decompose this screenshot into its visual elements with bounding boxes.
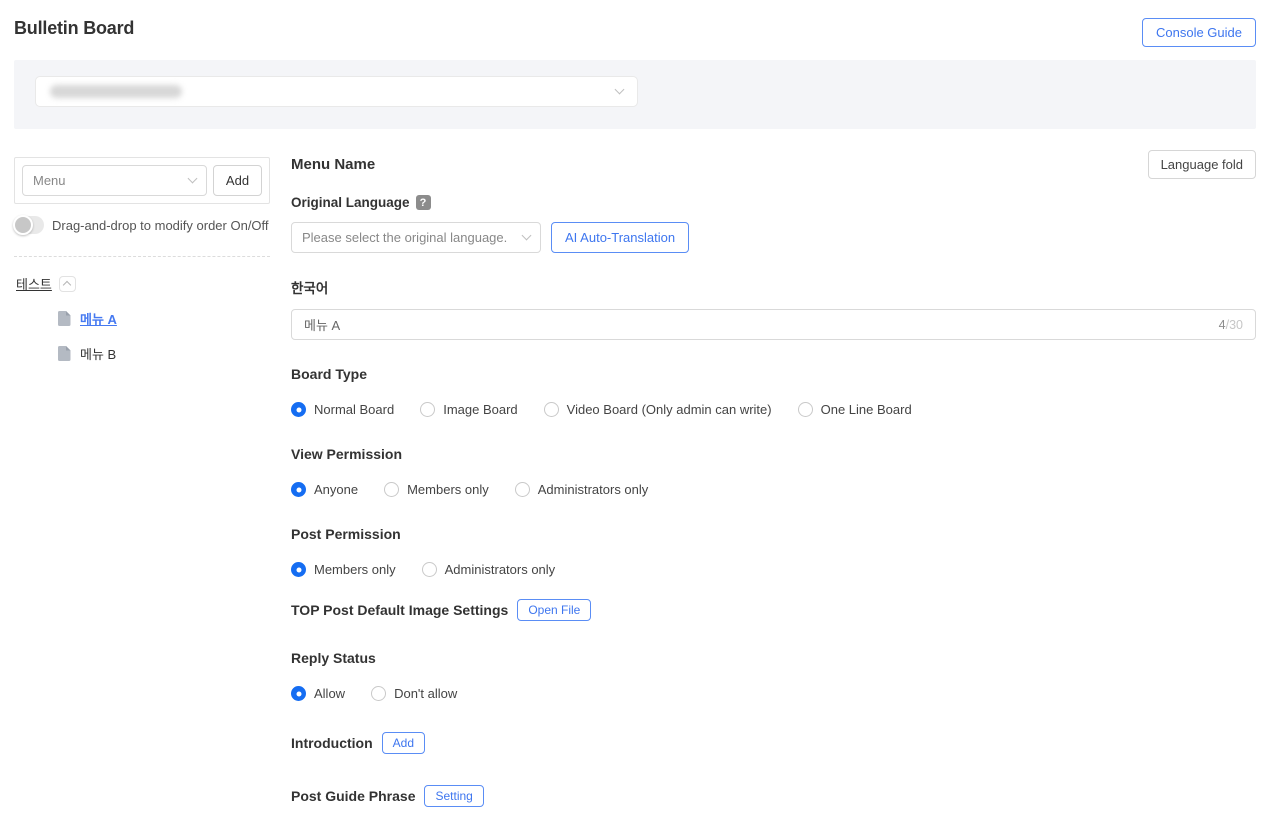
radio-one-line-board[interactable]: One Line Board [798, 402, 912, 417]
original-language-label: Original Language [291, 195, 410, 210]
radio-label: Normal Board [314, 402, 394, 417]
menu-add-box: Menu Add [14, 157, 270, 204]
site-select-dropdown[interactable] [35, 76, 638, 107]
radio-view-members-only[interactable]: Members only [384, 482, 489, 497]
toggle-knob-icon [13, 215, 33, 235]
post-guide-phrase-label: Post Guide Phrase [291, 788, 415, 804]
menu-tree: 테스트 메뉴 A 메뉴 B [14, 274, 270, 363]
introduction-label: Introduction [291, 735, 373, 751]
radio-icon [515, 482, 530, 497]
korean-menu-name-input[interactable]: 메뉴 A 4/30 [291, 309, 1256, 340]
chevron-down-icon [522, 231, 532, 241]
chevron-down-icon [188, 174, 198, 184]
radio-icon [544, 402, 559, 417]
radio-label: Members only [314, 562, 396, 577]
drag-toggle-label: Drag-and-drop to modify order On/Off [52, 218, 269, 233]
ai-auto-translation-button[interactable]: AI Auto-Translation [551, 222, 689, 253]
menu-settings-main: Menu Name Language fold Original Languag… [291, 150, 1256, 807]
file-icon [58, 311, 71, 326]
drag-toggle-row: Drag-and-drop to modify order On/Off [14, 216, 270, 234]
tree-item-label: 메뉴 A [80, 309, 117, 328]
radio-allow[interactable]: Allow [291, 686, 345, 701]
radio-label: Image Board [443, 402, 517, 417]
chevron-down-icon [615, 85, 625, 95]
top-post-image-row: TOP Post Default Image Settings Open Fil… [291, 599, 1256, 621]
page-header: Bulletin Board Console Guide [14, 0, 1256, 47]
menu-sidebar: Menu Add Drag-and-drop to modify order O… [14, 150, 270, 807]
view-permission-label: View Permission [291, 446, 1256, 462]
board-type-label: Board Type [291, 366, 1256, 382]
tree-item-label: 메뉴 B [80, 344, 116, 363]
radio-icon [384, 482, 399, 497]
file-icon [58, 346, 71, 361]
radio-label: Don't allow [394, 686, 457, 701]
post-guide-phrase-row: Post Guide Phrase Setting [291, 785, 1256, 807]
console-guide-button[interactable]: Console Guide [1142, 18, 1256, 47]
radio-label: Allow [314, 686, 345, 701]
post-permission-label: Post Permission [291, 526, 1256, 542]
drag-order-toggle[interactable] [14, 216, 44, 234]
menu-name-title: Menu Name [291, 156, 375, 173]
radio-view-anyone[interactable]: Anyone [291, 482, 358, 497]
radio-label: Administrators only [538, 482, 649, 497]
radio-view-administrators-only[interactable]: Administrators only [515, 482, 649, 497]
radio-label: Video Board (Only admin can write) [567, 402, 772, 417]
introduction-row: Introduction Add [291, 732, 1256, 754]
radio-icon [798, 402, 813, 417]
original-language-select[interactable]: Please select the original language. [291, 222, 541, 253]
radio-video-board[interactable]: Video Board (Only admin can write) [544, 402, 772, 417]
sidebar-divider [14, 256, 270, 257]
post-guide-setting-button[interactable]: Setting [424, 785, 483, 807]
redacted-site-name [50, 85, 182, 98]
board-type-options: Normal Board Image Board Video Board (On… [291, 402, 1256, 417]
reply-status-options: Allow Don't allow [291, 686, 1256, 701]
radio-normal-board[interactable]: Normal Board [291, 402, 394, 417]
radio-icon [371, 686, 386, 701]
radio-selected-icon [291, 562, 306, 577]
radio-label: Members only [407, 482, 489, 497]
help-icon[interactable]: ? [416, 195, 431, 210]
radio-selected-icon [291, 686, 306, 701]
korean-menu-name-value: 메뉴 A [304, 315, 1219, 334]
language-fold-button[interactable]: Language fold [1148, 150, 1256, 179]
original-language-select-value: Please select the original language. [302, 230, 507, 245]
tree-group-label[interactable]: 테스트 [16, 274, 52, 293]
radio-image-board[interactable]: Image Board [420, 402, 517, 417]
tree-group-row: 테스트 [14, 274, 270, 293]
radio-selected-icon [291, 482, 306, 497]
main-header: Menu Name Language fold [291, 150, 1256, 179]
menu-type-select[interactable]: Menu [22, 165, 207, 196]
introduction-add-button[interactable]: Add [382, 732, 425, 754]
radio-icon [420, 402, 435, 417]
radio-label: One Line Board [821, 402, 912, 417]
view-permission-options: Anyone Members only Administrators only [291, 482, 1256, 497]
radio-dont-allow[interactable]: Don't allow [371, 686, 457, 701]
page-title: Bulletin Board [14, 18, 134, 39]
collapse-group-button[interactable] [59, 276, 76, 292]
radio-post-members-only[interactable]: Members only [291, 562, 396, 577]
radio-icon [422, 562, 437, 577]
radio-selected-icon [291, 402, 306, 417]
top-post-image-label: TOP Post Default Image Settings [291, 602, 508, 618]
tree-item-menu-a[interactable]: 메뉴 A [14, 309, 270, 328]
radio-label: Administrators only [445, 562, 556, 577]
menu-type-select-value: Menu [33, 173, 66, 188]
korean-label: 한국어 [291, 277, 1256, 297]
char-counter: 4/30 [1219, 318, 1243, 332]
radio-label: Anyone [314, 482, 358, 497]
reply-status-label: Reply Status [291, 650, 1256, 666]
radio-post-administrators-only[interactable]: Administrators only [422, 562, 556, 577]
open-file-button[interactable]: Open File [517, 599, 591, 621]
bulletin-board-page: Bulletin Board Console Guide Menu Add [0, 0, 1267, 807]
original-language-controls: Please select the original language. AI … [291, 222, 1256, 253]
chevron-up-icon [63, 281, 71, 289]
site-selector-panel [14, 60, 1256, 129]
add-menu-button[interactable]: Add [213, 165, 262, 196]
original-language-row: Original Language ? [291, 195, 1256, 210]
post-permission-options: Members only Administrators only [291, 562, 1256, 577]
tree-item-menu-b[interactable]: 메뉴 B [14, 344, 270, 363]
